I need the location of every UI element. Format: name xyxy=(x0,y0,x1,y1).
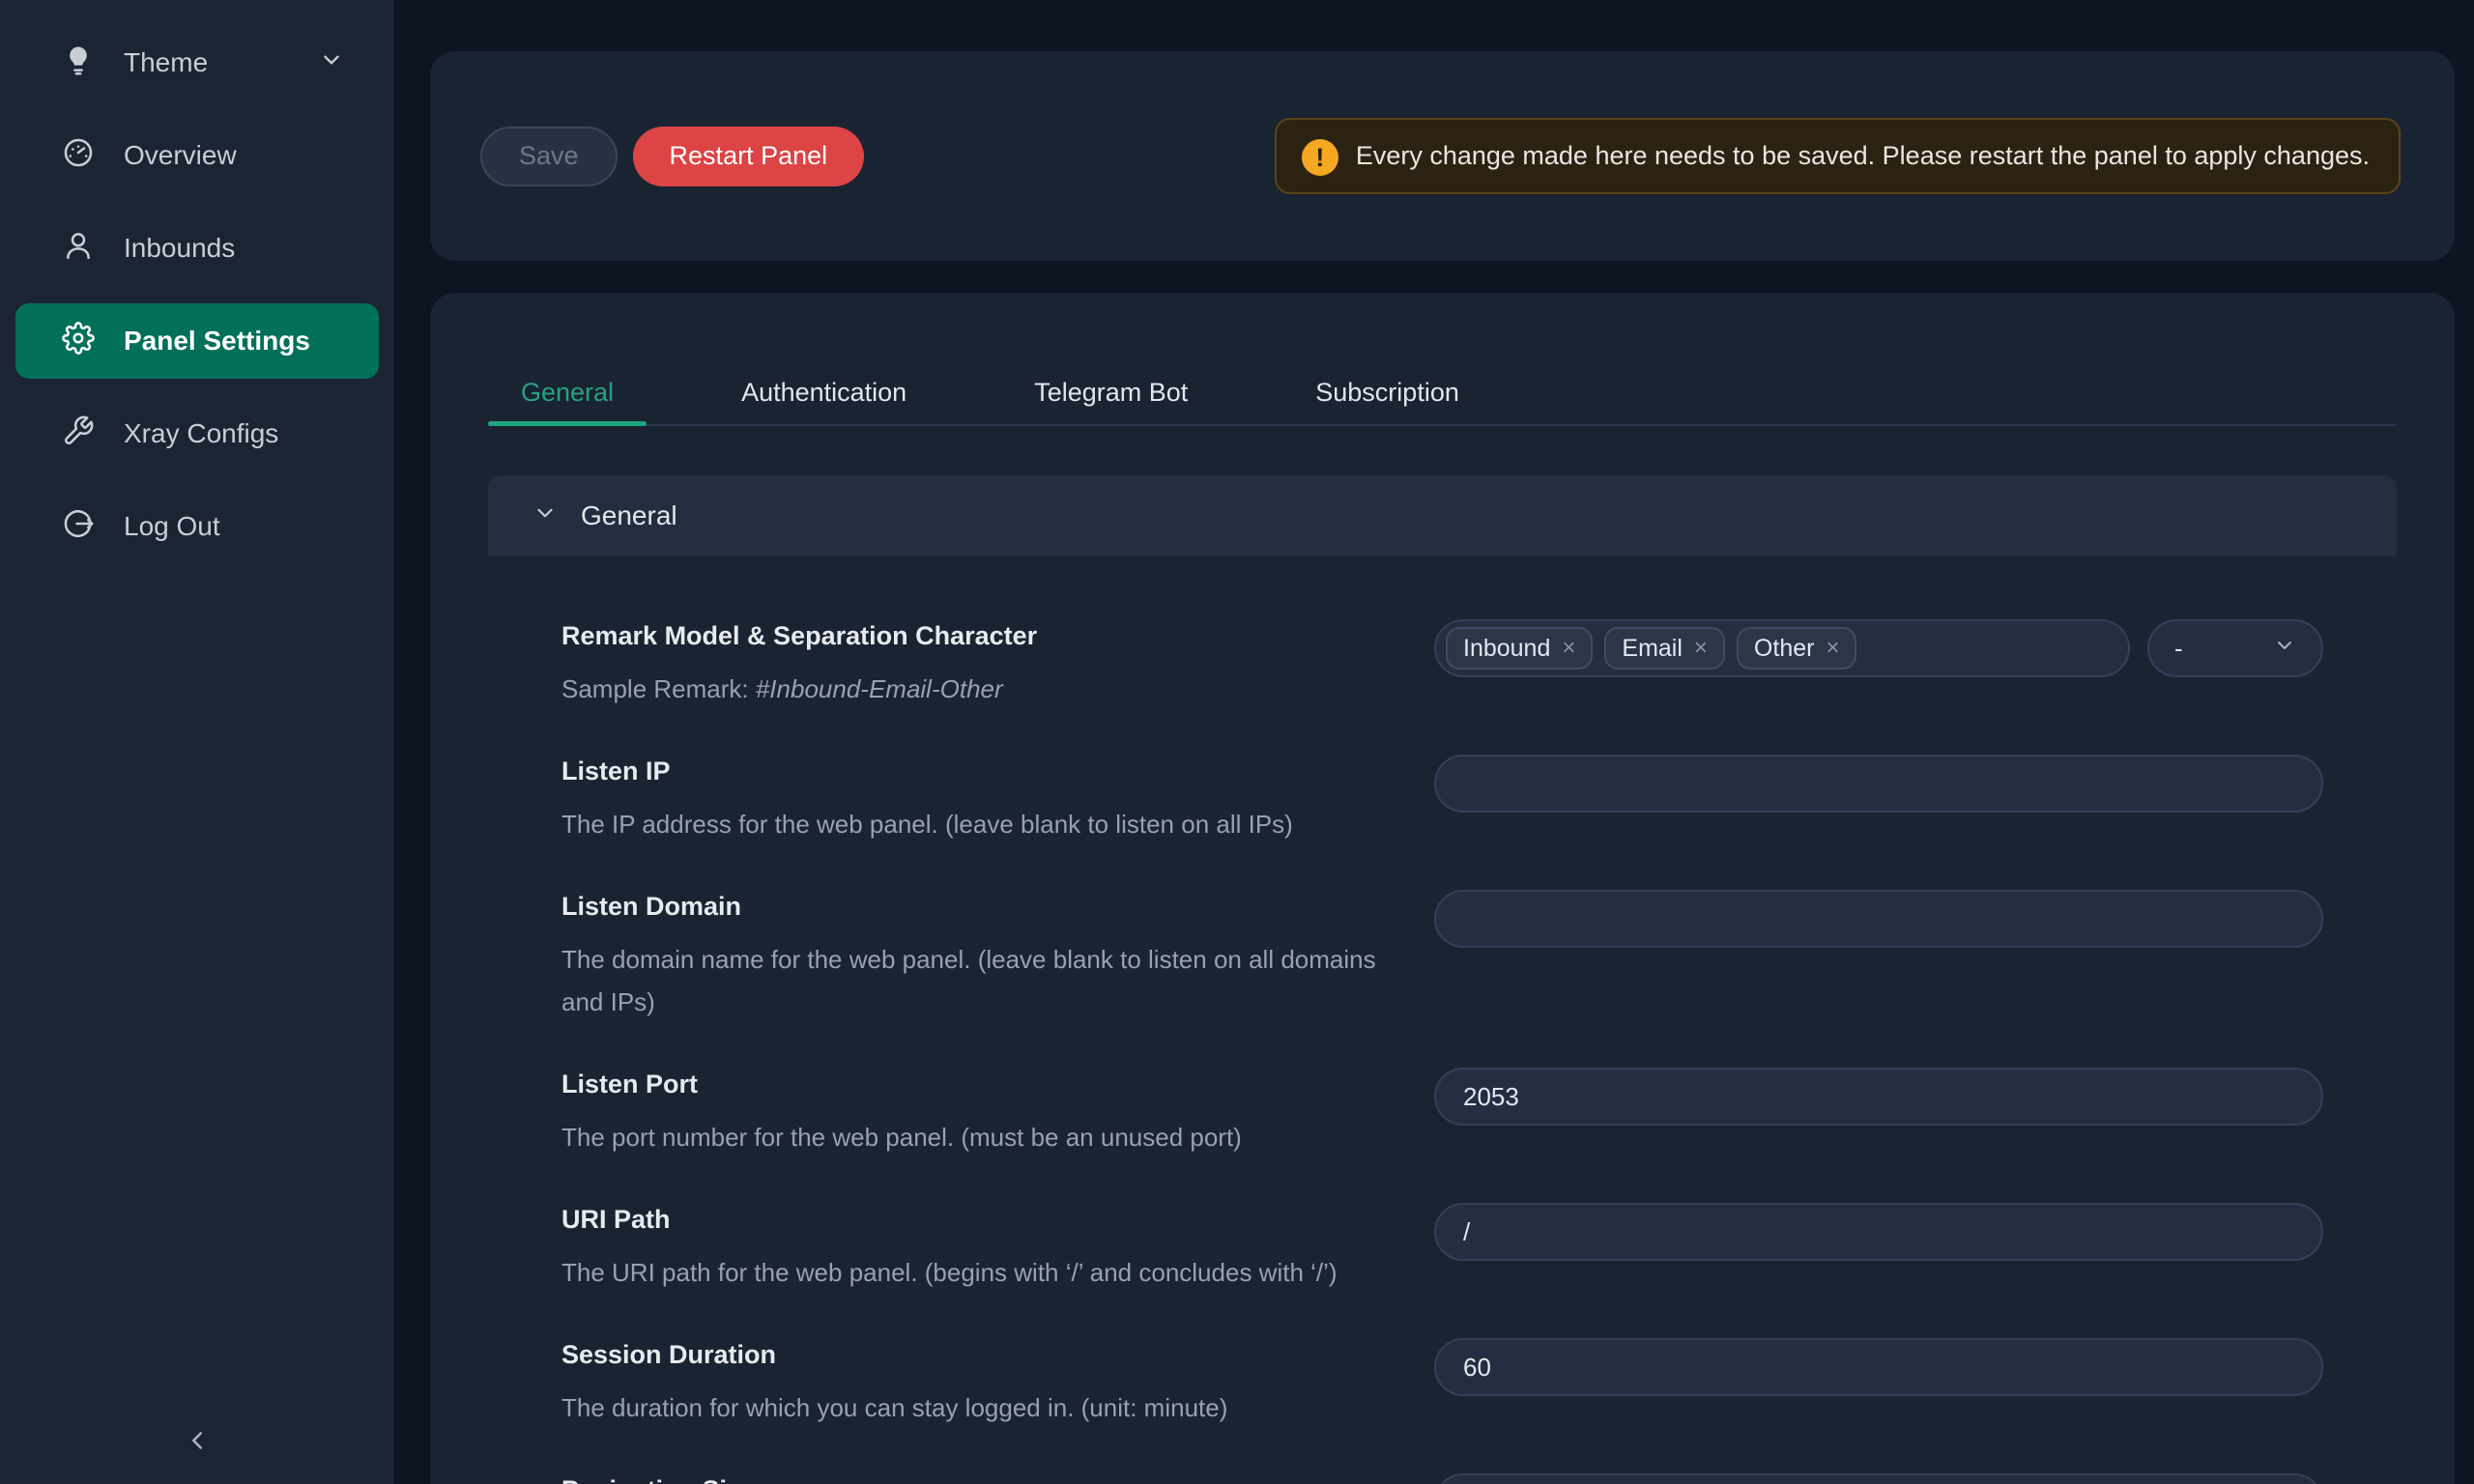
listen-domain-input[interactable] xyxy=(1434,890,2323,948)
session-duration-input[interactable] xyxy=(1434,1338,2323,1396)
form-row-uri-path: URI Path The URI path for the web panel.… xyxy=(561,1203,2323,1294)
listen-domain-desc: The domain name for the web panel. (leav… xyxy=(561,938,1376,1023)
form-row-remark-model: Remark Model & Separation Character Samp… xyxy=(561,619,2323,710)
lightbulb-icon xyxy=(62,43,95,83)
listen-ip-desc: The IP address for the web panel. (leave… xyxy=(561,803,1376,845)
toolbar-card: Save Restart Panel ! Every change made h… xyxy=(430,51,2455,261)
listen-ip-input[interactable] xyxy=(1434,755,2323,813)
sidebar-item-label: Xray Configs xyxy=(124,418,278,449)
sidebar-item-label: Theme xyxy=(124,47,208,78)
remove-tag-icon[interactable]: × xyxy=(1562,637,1575,660)
form-row-listen-domain: Listen Domain The domain name for the we… xyxy=(561,890,2323,1023)
form-row-listen-ip: Listen IP The IP address for the web pan… xyxy=(561,755,2323,845)
wrench-icon xyxy=(62,414,95,454)
panel-settings-card: General Authentication Telegram Bot Subs… xyxy=(430,293,2455,1484)
uri-path-desc: The URI path for the web panel. (begins … xyxy=(561,1251,1376,1294)
uri-path-label: URI Path xyxy=(561,1203,1376,1236)
main-content: Save Restart Panel ! Every change made h… xyxy=(394,0,2474,1484)
toolbar-buttons: Save Restart Panel xyxy=(480,127,864,186)
sidebar-collapse-button[interactable] xyxy=(0,1409,394,1476)
user-icon xyxy=(62,229,95,269)
sidebar-item-log-out[interactable]: Log Out xyxy=(15,489,379,564)
remove-tag-icon[interactable]: × xyxy=(1826,637,1839,660)
tag-inbound: Inbound × xyxy=(1446,627,1593,670)
sidebar-item-label: Panel Settings xyxy=(124,326,310,357)
remove-tag-icon[interactable]: × xyxy=(1694,637,1708,660)
sidebar-item-label: Overview xyxy=(124,140,237,171)
accordion-title: General xyxy=(581,500,677,531)
tag-email: Email × xyxy=(1604,627,1725,670)
sidebar-item-overview[interactable]: Overview xyxy=(15,118,379,193)
sidebar-item-label: Inbounds xyxy=(124,233,235,264)
remark-model-label: Remark Model & Separation Character xyxy=(561,619,1376,652)
app-root: Theme Overview Inbounds xyxy=(0,0,2474,1484)
listen-port-label: Listen Port xyxy=(561,1068,1376,1100)
listen-port-desc: The port number for the web panel. (must… xyxy=(561,1116,1376,1158)
gear-icon xyxy=(62,322,95,361)
form-row-pagination-size: Pagination Size xyxy=(561,1473,2323,1484)
session-duration-label: Session Duration xyxy=(561,1338,1376,1371)
logout-icon xyxy=(62,507,95,547)
sidebar: Theme Overview Inbounds xyxy=(0,0,394,1484)
tab-general[interactable]: General xyxy=(488,360,647,424)
general-accordion-header[interactable]: General xyxy=(488,475,2397,556)
tag-other: Other × xyxy=(1737,627,1857,670)
listen-port-input[interactable] xyxy=(1434,1068,2323,1126)
sidebar-item-panel-settings[interactable]: Panel Settings xyxy=(15,303,379,379)
sidebar-item-theme[interactable]: Theme xyxy=(15,25,379,100)
chevron-down-icon xyxy=(2273,634,2296,664)
sidebar-item-label: Log Out xyxy=(124,511,220,542)
pagination-size-input[interactable] xyxy=(1434,1473,2323,1484)
listen-ip-label: Listen IP xyxy=(561,755,1376,787)
save-button[interactable]: Save xyxy=(480,127,618,186)
session-duration-desc: The duration for which you can stay logg… xyxy=(561,1386,1376,1429)
remark-model-tags-select[interactable]: Inbound × Email × Other × xyxy=(1434,619,2130,677)
sidebar-item-xray-configs[interactable]: Xray Configs xyxy=(15,396,379,471)
form-row-session-duration: Session Duration The duration for which … xyxy=(561,1338,2323,1429)
remark-model-desc: Sample Remark: #Inbound-Email-Other xyxy=(561,668,1376,710)
warning-alert-text: Every change made here needs to be saved… xyxy=(1356,135,2370,177)
tab-telegram-bot[interactable]: Telegram Bot xyxy=(1001,360,1221,424)
settings-tabs: General Authentication Telegram Bot Subs… xyxy=(488,360,2397,426)
form-row-listen-port: Listen Port The port number for the web … xyxy=(561,1068,2323,1158)
restart-panel-button[interactable]: Restart Panel xyxy=(633,127,865,186)
warning-alert: ! Every change made here needs to be sav… xyxy=(1275,118,2401,194)
tab-authentication[interactable]: Authentication xyxy=(708,360,939,424)
chevron-down-icon xyxy=(319,47,344,79)
sidebar-item-inbounds[interactable]: Inbounds xyxy=(15,211,379,286)
warning-icon: ! xyxy=(1302,139,1338,176)
separation-character-select[interactable]: - xyxy=(2147,619,2323,677)
tab-subscription[interactable]: Subscription xyxy=(1282,360,1492,424)
pagination-size-label: Pagination Size xyxy=(561,1473,1376,1484)
chevron-down-icon xyxy=(532,500,558,532)
general-settings-form: Remark Model & Separation Character Samp… xyxy=(488,556,2397,1484)
uri-path-input[interactable] xyxy=(1434,1203,2323,1261)
chevron-left-icon xyxy=(183,1426,212,1460)
listen-domain-label: Listen Domain xyxy=(561,890,1376,923)
dashboard-icon xyxy=(62,136,95,176)
general-accordion: General Remark Model & Separation Charac… xyxy=(488,475,2397,1484)
